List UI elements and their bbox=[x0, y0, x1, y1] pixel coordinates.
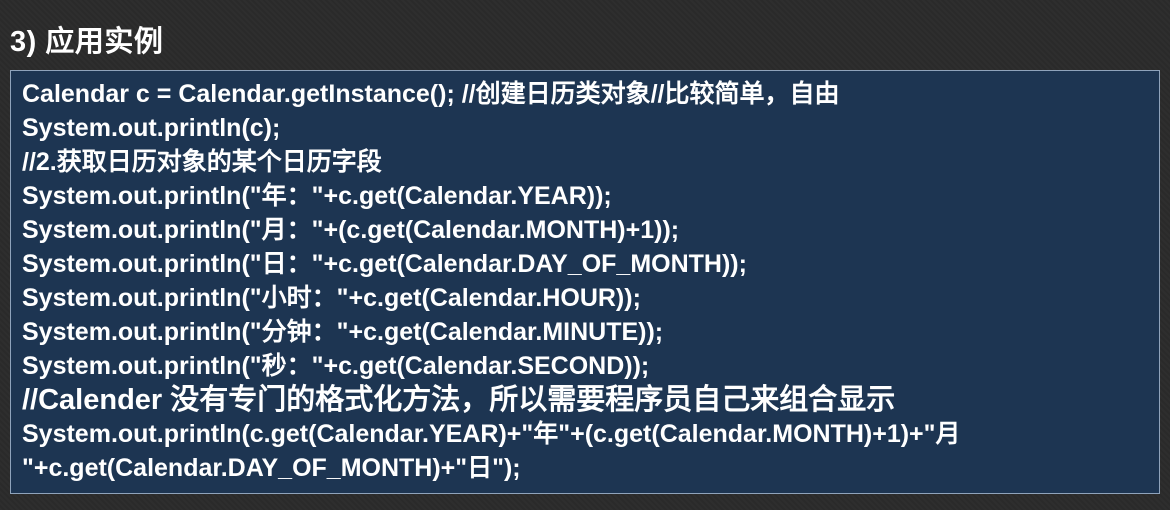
code-line: "+c.get(Calendar.DAY_OF_MONTH)+"日"); bbox=[22, 454, 521, 482]
code-line: System.out.println(c.get(Calendar.YEAR)+… bbox=[22, 420, 961, 448]
code-line: System.out.println("日："+c.get(Calendar.D… bbox=[22, 250, 747, 278]
code-line: System.out.println("秒："+c.get(Calendar.S… bbox=[22, 352, 650, 380]
code-line: //2.获取日历对象的某个日历字段 bbox=[22, 148, 382, 176]
code-line: System.out.println("分钟："+c.get(Calendar.… bbox=[22, 318, 664, 346]
code-line: Calendar c = Calendar.getInstance(); //创… bbox=[22, 80, 840, 108]
code-line: System.out.println(c); bbox=[22, 114, 281, 142]
code-lines: Calendar c = Calendar.getInstance(); //创… bbox=[22, 77, 1151, 485]
code-comment-line: //Calender 没有专门的格式化方法，所以需要程序员自己来组合显示 bbox=[22, 384, 896, 416]
code-line: System.out.println("年："+c.get(Calendar.Y… bbox=[22, 182, 612, 210]
code-block: Calendar c = Calendar.getInstance(); //创… bbox=[10, 70, 1160, 494]
code-line: System.out.println("小时："+c.get(Calendar.… bbox=[22, 284, 641, 312]
code-line: System.out.println("月："+(c.get(Calendar.… bbox=[22, 216, 680, 244]
section-title: 3) 应用实例 bbox=[10, 26, 164, 58]
